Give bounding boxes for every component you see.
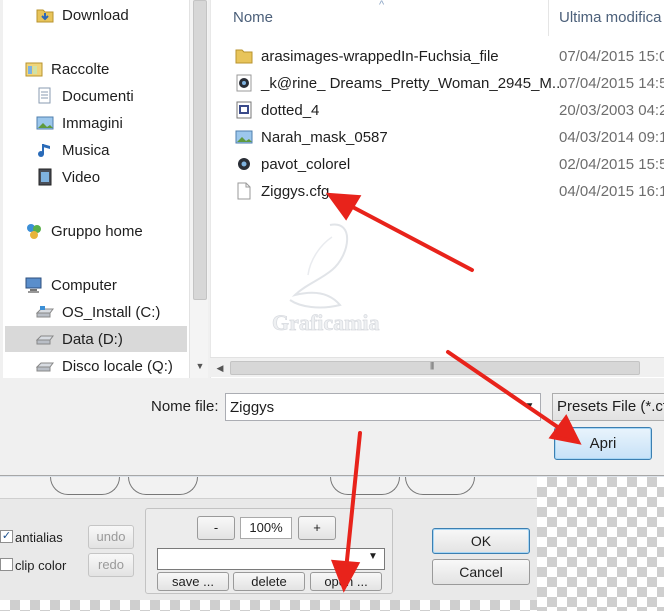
zoom-field[interactable]: 100% [240, 517, 292, 539]
open-button[interactable]: Apri [554, 427, 652, 460]
psp-image-icon [235, 74, 253, 92]
filename-label: Nome file: [151, 398, 219, 415]
preview-shape [50, 477, 120, 495]
preview-shape [330, 477, 400, 495]
nav-item-os-install[interactable]: OS_Install (C:) [35, 299, 161, 325]
nav-item-label: Immagini [62, 114, 123, 132]
undo-button[interactable]: undo [88, 525, 134, 549]
delete-preset-button[interactable]: delete [233, 572, 305, 591]
file-name: Narah_mask_0587 [261, 128, 388, 146]
redo-button[interactable]: redo [88, 553, 134, 577]
scroll-grip-icon: ||| [430, 361, 434, 370]
watermark: Graficamia [260, 215, 430, 335]
nav-item-label: Musica [62, 141, 110, 159]
file-date: 04/04/2015 16:1 [559, 182, 664, 200]
chevron-down-icon[interactable]: ▼ [368, 551, 378, 562]
clip-color-label: clip color [15, 558, 67, 573]
file-date: 04/03/2014 09:1 [559, 128, 664, 146]
nav-scrollbar[interactable]: ▼ [189, 0, 208, 378]
column-header-date[interactable]: Ultima modifica [559, 0, 662, 36]
filename-input[interactable] [225, 393, 541, 421]
homegroup-icon [25, 222, 43, 240]
nav-item-computer[interactable]: Computer [25, 272, 117, 298]
preview-shape [128, 477, 198, 495]
file-row[interactable]: arasimages-wrappedIn-Fuchsia_file 07/04/… [211, 43, 664, 69]
nav-item-documenti[interactable]: Documenti [36, 83, 134, 109]
file-name: arasimages-wrappedIn-Fuchsia_file [261, 47, 499, 65]
file-row[interactable]: Ziggys.cfg 04/04/2015 16:1 [211, 178, 664, 204]
nav-scroll-thumb[interactable] [193, 0, 207, 300]
pictures-icon [36, 114, 54, 132]
zoom-out-button[interactable]: - [197, 516, 235, 540]
file-name: _k@rine_ Dreams_Pretty_Woman_2945_M... [261, 74, 565, 92]
column-divider[interactable] [548, 0, 549, 36]
nav-item-label: Computer [51, 276, 117, 294]
file-date: 20/03/2003 04:2 [559, 101, 664, 119]
nav-item-label: Documenti [62, 87, 134, 105]
nav-item-label: Video [62, 168, 101, 186]
transparency-canvas [537, 477, 664, 611]
file-date: 02/04/2015 15:5 [559, 155, 664, 173]
file-row[interactable]: dotted_4 20/03/2003 04:2 [211, 97, 664, 123]
file-name: Ziggys.cfg [261, 182, 330, 200]
libraries-icon [25, 60, 43, 78]
nav-item-label: Download [62, 6, 129, 24]
open-file-dialog: Download Raccolte Documenti Immagini Mus… [0, 0, 664, 476]
preview-shape [405, 477, 475, 495]
column-header-name[interactable]: Nome [233, 0, 273, 36]
file-date: 07/04/2015 14:5 [559, 74, 664, 92]
file-row[interactable]: _k@rine_ Dreams_Pretty_Woman_2945_M... 0… [211, 70, 664, 96]
image-file-icon [235, 128, 253, 146]
zoom-in-button[interactable]: + [298, 516, 336, 540]
file-name: dotted_4 [261, 101, 320, 119]
nav-item-download[interactable]: Download [36, 2, 129, 28]
nav-item-label: Raccolte [51, 60, 110, 78]
open-preset-button[interactable]: open ... [310, 572, 382, 591]
scroll-left-icon[interactable]: ◀ [212, 360, 228, 376]
nav-item-raccolte[interactable]: Raccolte [25, 56, 109, 82]
file-row[interactable]: Narah_mask_0587 04/03/2014 09:1 [211, 124, 664, 150]
nav-item-label: Gruppo home [51, 222, 143, 240]
nav-item-label: Disco locale (Q:) [62, 357, 173, 375]
texture-file-icon [235, 101, 253, 119]
antialias-checkbox[interactable]: ✓ [0, 530, 13, 543]
file-date: 07/04/2015 15:0 [559, 47, 664, 65]
drive-icon [35, 357, 54, 375]
clip-color-checkbox[interactable] [0, 558, 13, 571]
blank-file-icon [235, 182, 253, 200]
computer-icon [25, 276, 43, 294]
chevron-down-icon[interactable]: ▼ [519, 394, 540, 420]
transparency-canvas-strip [0, 600, 537, 611]
nav-item-video[interactable]: Video [36, 164, 100, 190]
video-icon [36, 168, 54, 186]
nav-item-gruppo-home[interactable]: Gruppo home [25, 218, 143, 244]
filetype-select[interactable]: Presets File (*.cfg [552, 393, 664, 421]
file-hscrollbar[interactable]: ◀ ||| [210, 357, 664, 377]
nav-item-label: Data (D:) [62, 330, 123, 348]
file-row[interactable]: pavot_colorel 02/04/2015 15:5 [211, 151, 664, 177]
nav-item-immagini[interactable]: Immagini [36, 110, 123, 136]
preset-select[interactable] [157, 548, 385, 570]
antialias-label: antialias [15, 530, 63, 545]
hscroll-thumb[interactable] [230, 361, 640, 375]
save-preset-button[interactable]: save ... [157, 572, 229, 591]
download-folder-icon [36, 6, 54, 24]
documents-icon [36, 87, 54, 105]
nav-item-musica[interactable]: Musica [36, 137, 110, 163]
nav-item-label: OS_Install (C:) [62, 303, 161, 321]
sort-ascending-icon: ^ [379, 0, 385, 11]
file-name: pavot_colorel [261, 155, 351, 173]
psp-image-icon [235, 155, 253, 173]
music-icon [36, 141, 54, 159]
cancel-button[interactable]: Cancel [432, 559, 530, 585]
nav-item-disco-locale[interactable]: Disco locale (Q:) [35, 353, 173, 378]
nav-item-data-d[interactable]: Data (D:) [5, 326, 187, 352]
ok-button[interactable]: OK [432, 528, 530, 554]
drive-icon [35, 303, 54, 321]
drive-icon [35, 330, 54, 348]
scroll-down-icon[interactable]: ▼ [193, 358, 207, 374]
navigation-pane: Download Raccolte Documenti Immagini Mus… [3, 0, 208, 378]
folder-icon [235, 47, 253, 65]
svg-text:Graficamia: Graficamia [272, 310, 380, 335]
